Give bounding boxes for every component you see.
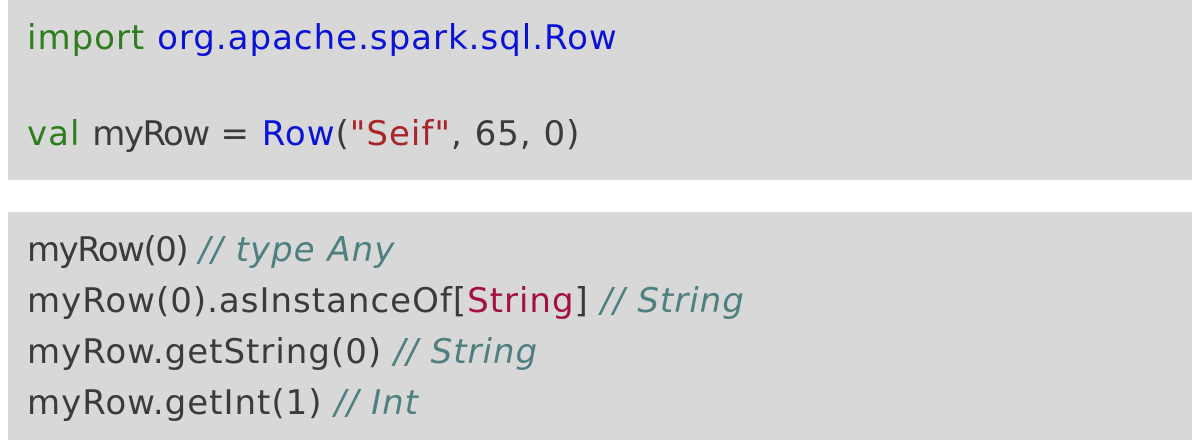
code-line-3: myRow.getString(0) // String (27, 328, 538, 376)
code-line-1: myRow(0) // type Any (27, 226, 395, 274)
code-comment: // String (600, 281, 745, 321)
row-constructor: Row (261, 114, 336, 154)
open-paren: ( (335, 114, 350, 154)
code-comment: // type Any (198, 230, 396, 270)
keyword-val: val (27, 114, 81, 154)
code-line-val: val myRow = Row("Seif", 65, 0) (27, 110, 580, 158)
code-comment: // Int (334, 383, 419, 423)
code-line-2: myRow(0).asInstanceOf[String] // String (27, 277, 745, 325)
keyword-import: import (27, 18, 146, 58)
page: import org.apache.spark.sql.Row val myRo… (0, 0, 1200, 440)
code-block-accessors: myRow(0) // type Any myRow(0).asInstance… (8, 212, 1192, 440)
string-literal: "Seif" (349, 114, 451, 154)
code-text-suffix: ] (574, 281, 589, 321)
numeric-args: , 65, 0) (450, 114, 581, 154)
equals-sign: = (220, 114, 250, 154)
code-text-prefix: myRow(0).asInstanceOf[ (27, 281, 468, 321)
code-text: myRow(0) (27, 230, 189, 270)
code-text: myRow.getString(0) (27, 332, 383, 372)
code-comment: // String (393, 332, 539, 372)
type-parameter: String (467, 281, 575, 321)
code-line-import: import org.apache.spark.sql.Row (27, 14, 618, 62)
code-block-imports: import org.apache.spark.sql.Row val myRo… (8, 0, 1192, 180)
code-line-4: myRow.getInt(1) // Int (27, 379, 419, 427)
code-text: myRow.getInt(1) (27, 383, 323, 423)
package-name: org.apache.spark.sql.Row (157, 18, 618, 58)
variable-name: myRow (92, 114, 210, 154)
